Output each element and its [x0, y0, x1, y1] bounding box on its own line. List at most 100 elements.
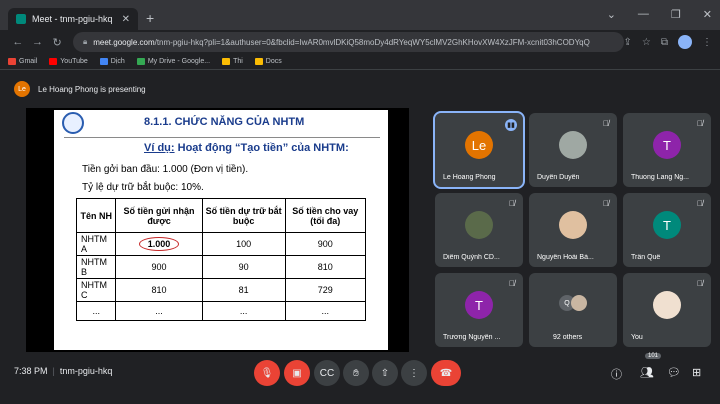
- leave-call-button[interactable]: ☎: [431, 360, 461, 386]
- money-creation-table: Tên NH Số tiền gửi nhận được Số tiền dự …: [75, 198, 367, 321]
- presentation-stage[interactable]: 8.1.1. CHỨC NĂNG CỦA NHTM Ví dụ: Hoạt độ…: [26, 108, 409, 352]
- back-icon[interactable]: ←: [8, 36, 28, 48]
- mic-off-icon: 🎙̸: [509, 279, 515, 288]
- bookmark-star-icon[interactable]: ☆: [642, 37, 651, 48]
- mic-off-icon: 🎙̸: [509, 199, 515, 208]
- mic-off-icon: 🎙̸: [697, 279, 703, 288]
- table-cell: 90: [201, 255, 286, 279]
- folder-icon: [254, 58, 263, 65]
- participant-photo: [559, 211, 587, 239]
- translate-icon: [99, 58, 108, 65]
- participant-count-badge: 101: [645, 353, 662, 359]
- table-cell: ...: [201, 301, 286, 321]
- mic-off-icon: 🎙̸: [697, 199, 703, 208]
- activities-icon[interactable]: ⊞: [692, 366, 701, 379]
- present-screen-button[interactable]: ⇧: [372, 360, 398, 386]
- raise-hand-button[interactable]: ✋︎: [343, 360, 369, 386]
- self-photo: [653, 291, 681, 319]
- participant-tile[interactable]: 🎙̸ Duyên Duyên: [529, 113, 617, 187]
- profile-avatar[interactable]: [678, 35, 693, 49]
- bookmark-translate[interactable]: Dịch: [99, 58, 125, 65]
- tab-title: Meet - tnm-pgiu-hkq: [32, 14, 113, 24]
- presenting-text: Le Hoang Phong is presenting: [38, 84, 146, 94]
- tab-close-icon[interactable]: ✕: [122, 14, 130, 25]
- meeting-control-bar: 7:38 PM | tnm-pgiu-hkq 🎙︎ ▣ CC ✋︎ ⇧ ⋮ ☎ ⓘ …: [0, 356, 720, 392]
- participant-avatar: T: [653, 211, 681, 239]
- table-cell: NHTM A: [75, 232, 117, 256]
- participant-avatar: T: [465, 291, 493, 319]
- participant-name: Trương Nguyễn ...: [443, 334, 501, 341]
- minimize-icon[interactable]: —: [638, 8, 649, 21]
- participant-photo: [571, 295, 587, 311]
- url-path: /tnm-pgiu-hkq?pli=1&authuser=0&fbclid=Iw…: [154, 37, 590, 47]
- bookmark-docs[interactable]: Docs: [254, 58, 282, 65]
- participant-tile[interactable]: 🎙̸ T Trần Quế: [623, 193, 711, 267]
- table-header: Số tiền gửi nhận được: [115, 198, 203, 233]
- participant-tile[interactable]: 🎙̸ Nguyễn Hoài Bả...: [529, 193, 617, 267]
- participant-tile[interactable]: 🎙̸ Diễm Quỳnh CD...: [435, 193, 523, 267]
- participant-tile[interactable]: 🎙̸ T Trương Nguyễn ...: [435, 273, 523, 347]
- folder-icon: [222, 58, 231, 65]
- menu-icon[interactable]: ⋮: [702, 37, 712, 48]
- bookmark-thi[interactable]: Thi: [222, 58, 243, 65]
- extensions-icon[interactable]: ⧉: [661, 37, 668, 48]
- new-tab-button[interactable]: +: [146, 11, 154, 25]
- gmail-icon: [8, 58, 16, 65]
- speaking-indicator-icon: ▮▮: [505, 119, 517, 131]
- share-icon[interactable]: ⇪: [624, 37, 632, 48]
- divider: |: [52, 366, 55, 376]
- table-cell: 810: [115, 278, 203, 302]
- browser-tab-bar: Meet - tnm-pgiu-hkq ✕ + ⌄ — ❐ ✕: [0, 0, 720, 30]
- highlighted-value: 1.000: [138, 237, 180, 251]
- address-bar-row: ← → ↻ 🔒︎ meet.google.com /tnm-pgiu-hkq?p…: [0, 30, 720, 54]
- bookmarks-bar: Gmail YouTube Dịch My Drive - Google... …: [0, 54, 720, 70]
- window-controls: ⌄ — ❐ ✕: [607, 8, 712, 21]
- table-cell: 1.000: [115, 232, 203, 256]
- mic-off-icon: 🎙̸: [603, 199, 609, 208]
- table-header: Số tiền cho vay (tối đa): [284, 198, 367, 233]
- participant-avatar: T: [653, 131, 681, 159]
- window-menu-icon[interactable]: ⌄: [607, 8, 616, 21]
- self-tile[interactable]: 🎙̸ You: [623, 273, 711, 347]
- table-row: ... ... ... ...: [75, 301, 367, 321]
- bookmark-gmail[interactable]: Gmail: [8, 58, 37, 65]
- reserve-ratio-text: Tỷ lệ dự trữ bắt buộc: 10%.: [82, 182, 204, 193]
- others-count: 92 others: [553, 334, 583, 341]
- camera-toggle-button[interactable]: ▣: [284, 360, 310, 386]
- table-cell: 81: [201, 278, 286, 302]
- close-window-icon[interactable]: ✕: [703, 8, 712, 21]
- chat-icon[interactable]: 💬︎: [667, 366, 681, 379]
- bookmark-youtube[interactable]: YouTube: [49, 58, 88, 65]
- participant-photo: [559, 131, 587, 159]
- table-header-row: Tên NH Số tiền gửi nhận được Số tiền dự …: [75, 198, 367, 233]
- table-cell: 729: [284, 278, 367, 302]
- mic-toggle-button[interactable]: 🎙︎: [254, 360, 280, 386]
- browser-tab[interactable]: Meet - tnm-pgiu-hkq ✕: [8, 8, 138, 30]
- participant-avatar: Le: [465, 131, 493, 159]
- presenting-banner: Le Le Hoang Phong is presenting: [0, 78, 720, 100]
- forward-icon[interactable]: →: [28, 36, 48, 48]
- bookmark-drive[interactable]: My Drive - Google...: [136, 58, 210, 65]
- lock-icon: 🔒︎: [82, 37, 88, 46]
- reload-icon[interactable]: ↻: [47, 36, 67, 49]
- example-heading: Ví dụ: Hoạt động “Tạo tiền” của NHTM:: [144, 142, 349, 154]
- mic-off-icon: 🎙̸: [697, 119, 703, 128]
- participant-name: Duyên Duyên: [537, 174, 580, 181]
- example-text: Hoạt động “Tạo tiền” của NHTM:: [177, 142, 349, 154]
- mic-off-icon: 🎙̸: [603, 119, 609, 128]
- url-input[interactable]: 🔒︎ meet.google.com /tnm-pgiu-hkq?pli=1&a…: [72, 32, 624, 52]
- meeting-details-icon[interactable]: ⓘ: [611, 366, 622, 382]
- people-icon[interactable]: 👥︎: [640, 366, 654, 379]
- others-tile[interactable]: Q 92 others: [529, 273, 617, 347]
- participant-name: Trần Quế: [631, 254, 661, 261]
- table-cell: 900: [115, 255, 203, 279]
- url-host: meet.google.com: [93, 37, 155, 47]
- initial-deposit-text: Tiền gởi ban đầu: 1.000 (Đơn vị tiền).: [82, 164, 249, 175]
- participant-tile[interactable]: 🎙̸ T Thuong Lang Ng...: [623, 113, 711, 187]
- captions-button[interactable]: CC: [314, 360, 340, 386]
- more-options-button[interactable]: ⋮: [401, 360, 427, 386]
- meeting-info: 7:38 PM | tnm-pgiu-hkq: [14, 366, 112, 376]
- maximize-icon[interactable]: ❐: [671, 8, 681, 21]
- meet-favicon-icon: [16, 14, 26, 24]
- participant-tile[interactable]: ▮▮ Le Le Hoang Phong: [433, 111, 525, 189]
